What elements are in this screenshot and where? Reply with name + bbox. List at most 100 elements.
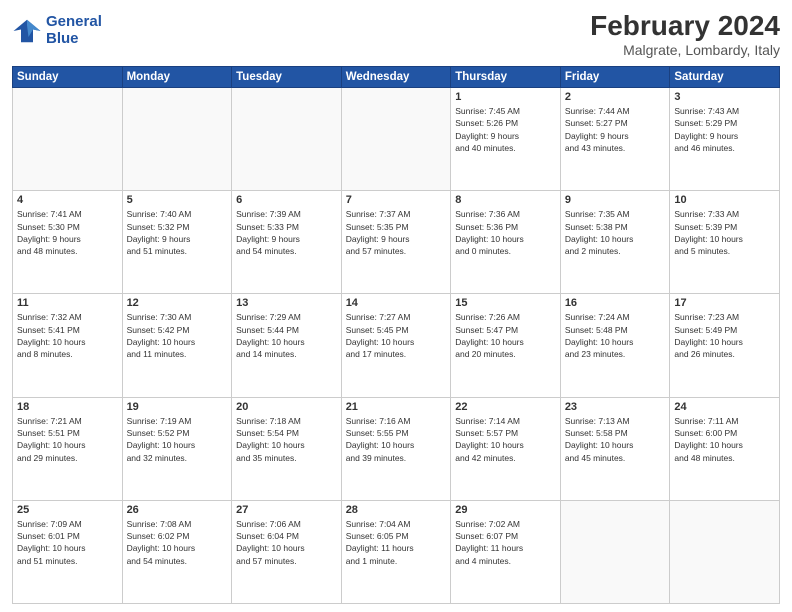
day-info: Sunrise: 7:08 AM Sunset: 6:02 PM Dayligh…	[127, 518, 228, 567]
day-number: 15	[455, 297, 556, 309]
calendar-cell	[232, 88, 342, 191]
day-info: Sunrise: 7:30 AM Sunset: 5:42 PM Dayligh…	[127, 311, 228, 360]
day-info: Sunrise: 7:39 AM Sunset: 5:33 PM Dayligh…	[236, 208, 337, 257]
calendar-title: February 2024	[590, 10, 780, 42]
day-number: 12	[127, 297, 228, 309]
day-info: Sunrise: 7:27 AM Sunset: 5:45 PM Dayligh…	[346, 311, 447, 360]
calendar-cell: 11 Sunrise: 7:32 AM Sunset: 5:41 PM Dayli…	[13, 294, 123, 397]
calendar-cell: 10 Sunrise: 7:33 AM Sunset: 5:39 PM Dayli…	[670, 191, 780, 294]
title-block: February 2024 Malgrate, Lombardy, Italy	[590, 10, 780, 58]
day-info: Sunrise: 7:33 AM Sunset: 5:39 PM Dayligh…	[674, 208, 775, 257]
day-number: 24	[674, 401, 775, 413]
logo: General Blue	[12, 14, 102, 47]
calendar-header-sunday: Sunday	[13, 67, 123, 88]
calendar-cell: 2 Sunrise: 7:44 AM Sunset: 5:27 PM Daylig…	[560, 88, 670, 191]
day-number: 14	[346, 297, 447, 309]
logo-text: General Blue	[46, 14, 102, 47]
calendar-cell: 27 Sunrise: 7:06 AM Sunset: 6:04 PM Dayli…	[232, 500, 342, 603]
calendar-cell	[341, 88, 451, 191]
day-number: 2	[565, 91, 666, 103]
day-number: 21	[346, 401, 447, 413]
day-number: 25	[17, 504, 118, 516]
calendar-cell: 18 Sunrise: 7:21 AM Sunset: 5:51 PM Dayli…	[13, 397, 123, 500]
calendar-cell: 20 Sunrise: 7:18 AM Sunset: 5:54 PM Dayli…	[232, 397, 342, 500]
calendar-cell: 8 Sunrise: 7:36 AM Sunset: 5:36 PM Daylig…	[451, 191, 561, 294]
calendar-cell: 28Sunrise: 7:04 AM Sunset: 6:05 PM Dayli…	[341, 500, 451, 603]
day-info: Sunrise: 7:23 AM Sunset: 5:49 PM Dayligh…	[674, 311, 775, 360]
day-info: Sunrise: 7:06 AM Sunset: 6:04 PM Dayligh…	[236, 518, 337, 567]
calendar-header-thursday: Thursday	[451, 67, 561, 88]
calendar-header-saturday: Saturday	[670, 67, 780, 88]
day-number: 11	[17, 297, 118, 309]
day-number: 6	[236, 194, 337, 206]
day-info: Sunrise: 7:36 AM Sunset: 5:36 PM Dayligh…	[455, 208, 556, 257]
calendar-cell: 1 Sunrise: 7:45 AM Sunset: 5:26 PM Daylig…	[451, 88, 561, 191]
day-info: Sunrise: 7:43 AM Sunset: 5:29 PM Dayligh…	[674, 105, 775, 154]
day-info: Sunrise: 7:11 AM Sunset: 6:00 PM Dayligh…	[674, 415, 775, 464]
day-number: 9	[565, 194, 666, 206]
day-number: 8	[455, 194, 556, 206]
calendar-cell: 3 Sunrise: 7:43 AM Sunset: 5:29 PM Daylig…	[670, 88, 780, 191]
day-number: 26	[127, 504, 228, 516]
day-info: Sunrise: 7:41 AM Sunset: 5:30 PM Dayligh…	[17, 208, 118, 257]
calendar-cell: 19 Sunrise: 7:19 AM Sunset: 5:52 PM Dayli…	[122, 397, 232, 500]
page: General Blue February 2024 Malgrate, Lom…	[0, 0, 792, 612]
calendar-cell	[13, 88, 123, 191]
day-info: Sunrise: 7:04 AM Sunset: 6:05 PM Dayligh…	[346, 518, 447, 567]
calendar-cell: 17Sunrise: 7:23 AM Sunset: 5:49 PM Dayli…	[670, 294, 780, 397]
calendar-header-monday: Monday	[122, 67, 232, 88]
calendar-cell	[560, 500, 670, 603]
day-number: 4	[17, 194, 118, 206]
calendar-cell: 6 Sunrise: 7:39 AM Sunset: 5:33 PM Daylig…	[232, 191, 342, 294]
calendar-cell: 26 Sunrise: 7:08 AM Sunset: 6:02 PM Dayli…	[122, 500, 232, 603]
day-info: Sunrise: 7:18 AM Sunset: 5:54 PM Dayligh…	[236, 415, 337, 464]
day-number: 27	[236, 504, 337, 516]
day-info: Sunrise: 7:21 AM Sunset: 5:51 PM Dayligh…	[17, 415, 118, 464]
day-number: 10	[674, 194, 775, 206]
calendar-cell: 23Sunrise: 7:13 AM Sunset: 5:58 PM Dayli…	[560, 397, 670, 500]
day-info: Sunrise: 7:32 AM Sunset: 5:41 PM Dayligh…	[17, 311, 118, 360]
calendar-cell: 4 Sunrise: 7:41 AM Sunset: 5:30 PM Daylig…	[13, 191, 123, 294]
day-info: Sunrise: 7:13 AM Sunset: 5:58 PM Dayligh…	[565, 415, 666, 464]
calendar-week-row: 18 Sunrise: 7:21 AM Sunset: 5:51 PM Dayli…	[13, 397, 780, 500]
day-info: Sunrise: 7:44 AM Sunset: 5:27 PM Dayligh…	[565, 105, 666, 154]
day-number: 3	[674, 91, 775, 103]
logo-icon	[12, 16, 42, 46]
calendar-cell: 22Sunrise: 7:14 AM Sunset: 5:57 PM Dayli…	[451, 397, 561, 500]
calendar-cell: 12 Sunrise: 7:30 AM Sunset: 5:42 PM Dayli…	[122, 294, 232, 397]
day-number: 18	[17, 401, 118, 413]
day-info: Sunrise: 7:09 AM Sunset: 6:01 PM Dayligh…	[17, 518, 118, 567]
calendar-header-tuesday: Tuesday	[232, 67, 342, 88]
calendar-cell: 25 Sunrise: 7:09 AM Sunset: 6:01 PM Dayli…	[13, 500, 123, 603]
calendar-week-row: 1 Sunrise: 7:45 AM Sunset: 5:26 PM Daylig…	[13, 88, 780, 191]
calendar-cell: 24 Sunrise: 7:11 AM Sunset: 6:00 PM Dayli…	[670, 397, 780, 500]
day-number: 5	[127, 194, 228, 206]
calendar-week-row: 11 Sunrise: 7:32 AM Sunset: 5:41 PM Dayli…	[13, 294, 780, 397]
day-info: Sunrise: 7:40 AM Sunset: 5:32 PM Dayligh…	[127, 208, 228, 257]
calendar-cell: 16 Sunrise: 7:24 AM Sunset: 5:48 PM Dayli…	[560, 294, 670, 397]
day-info: Sunrise: 7:29 AM Sunset: 5:44 PM Dayligh…	[236, 311, 337, 360]
day-number: 20	[236, 401, 337, 413]
calendar-cell: 7 Sunrise: 7:37 AM Sunset: 5:35 PM Daylig…	[341, 191, 451, 294]
day-info: Sunrise: 7:24 AM Sunset: 5:48 PM Dayligh…	[565, 311, 666, 360]
calendar-cell: 29Sunrise: 7:02 AM Sunset: 6:07 PM Dayli…	[451, 500, 561, 603]
calendar-header-row: SundayMondayTuesdayWednesdayThursdayFrid…	[13, 67, 780, 88]
calendar-cell	[122, 88, 232, 191]
day-info: Sunrise: 7:37 AM Sunset: 5:35 PM Dayligh…	[346, 208, 447, 257]
day-info: Sunrise: 7:45 AM Sunset: 5:26 PM Dayligh…	[455, 105, 556, 154]
day-number: 16	[565, 297, 666, 309]
calendar-cell	[670, 500, 780, 603]
calendar-cell: 13Sunrise: 7:29 AM Sunset: 5:44 PM Dayli…	[232, 294, 342, 397]
header: General Blue February 2024 Malgrate, Lom…	[12, 10, 780, 58]
day-info: Sunrise: 7:19 AM Sunset: 5:52 PM Dayligh…	[127, 415, 228, 464]
calendar-week-row: 4 Sunrise: 7:41 AM Sunset: 5:30 PM Daylig…	[13, 191, 780, 294]
day-number: 22	[455, 401, 556, 413]
calendar-header-friday: Friday	[560, 67, 670, 88]
day-number: 19	[127, 401, 228, 413]
day-number: 1	[455, 91, 556, 103]
day-info: Sunrise: 7:16 AM Sunset: 5:55 PM Dayligh…	[346, 415, 447, 464]
day-info: Sunrise: 7:35 AM Sunset: 5:38 PM Dayligh…	[565, 208, 666, 257]
calendar-cell: 9 Sunrise: 7:35 AM Sunset: 5:38 PM Daylig…	[560, 191, 670, 294]
day-number: 7	[346, 194, 447, 206]
calendar-table: SundayMondayTuesdayWednesdayThursdayFrid…	[12, 66, 780, 604]
